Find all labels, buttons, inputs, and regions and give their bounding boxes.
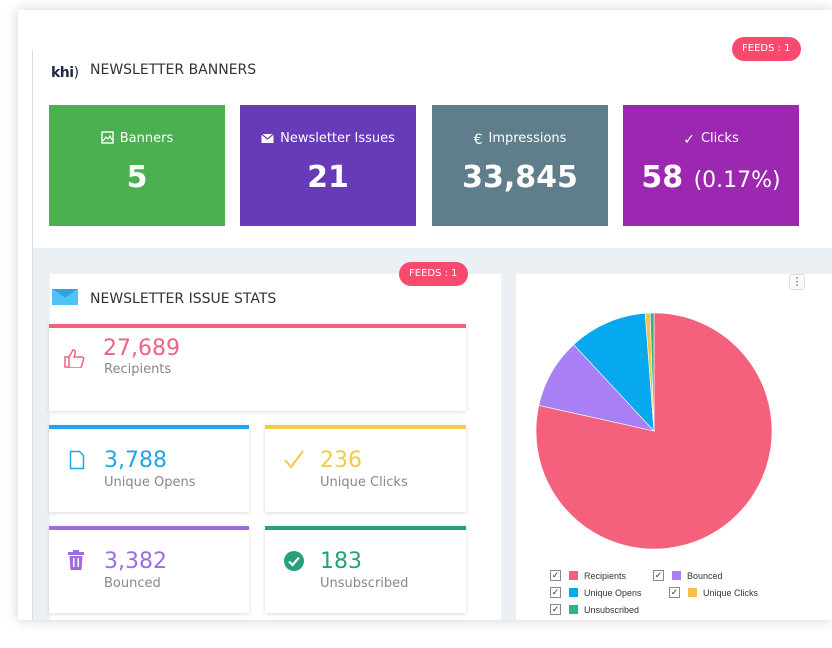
legend-label: Unique Clicks bbox=[703, 587, 759, 598]
stat-label: Newsletter Issues bbox=[280, 131, 395, 146]
legend-checkbox[interactable]: ✓ bbox=[653, 570, 664, 581]
image-icon bbox=[101, 131, 114, 148]
legend-label: Unique Opens bbox=[584, 587, 642, 598]
legend-item-unique-clicks[interactable]: ✓ Unique Clicks bbox=[669, 587, 758, 598]
stat-card-banners[interactable]: Banners 5 bbox=[49, 105, 225, 226]
feeds-badge[interactable]: FEEDS : 1 bbox=[732, 37, 801, 61]
legend-checkbox[interactable]: ✓ bbox=[550, 570, 561, 581]
kpi-card-bounced[interactable]: 3,382 Bounced bbox=[49, 526, 249, 613]
trash-icon bbox=[68, 550, 84, 575]
stat-value: 58 (0.17%) bbox=[623, 160, 799, 195]
chart-menu-button[interactable]: ⋮ bbox=[789, 274, 805, 290]
legend-swatch bbox=[569, 571, 578, 580]
check-icon: ✓ bbox=[683, 132, 695, 148]
stat-value: 5 bbox=[126, 160, 148, 195]
legend-swatch bbox=[569, 605, 578, 614]
legend-label: Recipients bbox=[584, 570, 627, 581]
stat-label: Banners bbox=[119, 131, 174, 146]
legend-checkbox[interactable]: ✓ bbox=[550, 604, 561, 615]
stat-card-newsletter-issues[interactable]: Newsletter Issues 21 bbox=[240, 105, 416, 226]
kpi-label: Unique Clicks bbox=[320, 475, 408, 490]
clicks-percent: (0.17%) bbox=[693, 168, 781, 193]
kpi-card-recipients[interactable]: 27,689 Recipients bbox=[49, 324, 466, 411]
legend-label: Bounced bbox=[687, 570, 723, 581]
pie-chart bbox=[535, 312, 773, 550]
legend-label: Unsubscribed bbox=[584, 604, 640, 615]
kpi-card-unique-opens[interactable]: 3,788 Unique Opens bbox=[49, 425, 249, 512]
document-icon bbox=[69, 450, 85, 475]
kpi-value: 27,689 bbox=[103, 336, 180, 361]
page-title: NEWSLETTER BANNERS bbox=[90, 62, 257, 78]
kpi-label: Recipients bbox=[104, 362, 172, 377]
kpi-card-unique-clicks[interactable]: 236 Unique Clicks bbox=[265, 425, 466, 512]
kpi-value: 183 bbox=[320, 549, 362, 574]
feeds-badge[interactable]: FEEDS : 1 bbox=[399, 262, 468, 286]
section-title: NEWSLETTER ISSUE STATS bbox=[90, 291, 277, 307]
mail-icon bbox=[52, 289, 78, 310]
stat-card-impressions[interactable]: € Impressions 33,845 bbox=[432, 105, 608, 226]
kpi-value: 3,382 bbox=[104, 549, 167, 574]
legend-item-recipients[interactable]: ✓ Recipients bbox=[550, 570, 626, 581]
stat-value: 33,845 bbox=[462, 160, 578, 195]
stat-label: Impressions bbox=[488, 131, 567, 146]
legend-item-unsubscribed[interactable]: ✓ Unsubscribed bbox=[550, 604, 639, 615]
legend-swatch bbox=[672, 571, 681, 580]
check-circle-icon bbox=[283, 550, 305, 577]
logo-text: khi bbox=[51, 65, 74, 81]
envelope-icon bbox=[261, 133, 274, 148]
legend-item-bounced[interactable]: ✓ Bounced bbox=[653, 570, 723, 581]
kpi-label: Bounced bbox=[104, 576, 161, 591]
legend-swatch bbox=[569, 588, 578, 597]
khi-logo: khi) bbox=[51, 65, 79, 81]
chart-legend: ✓ Recipients ✓ Bounced ✓ Unique Opens ✓ Uniq… bbox=[550, 570, 800, 620]
kpi-value: 3,788 bbox=[104, 448, 167, 473]
dashboard-frame: FEEDS : 1 khi) NEWSLETTER BANNERS Banner… bbox=[18, 10, 832, 620]
legend-checkbox[interactable]: ✓ bbox=[550, 587, 561, 598]
kpi-value: 236 bbox=[320, 448, 362, 473]
clicks-count: 58 bbox=[641, 160, 684, 195]
thumbs-up-icon bbox=[63, 348, 85, 373]
kpi-label: Unsubscribed bbox=[320, 576, 409, 591]
legend-swatch bbox=[688, 588, 697, 597]
kpi-card-unsubscribed[interactable]: 183 Unsubscribed bbox=[265, 526, 466, 613]
stat-card-clicks[interactable]: ✓ Clicks 58 (0.17%) bbox=[623, 105, 799, 226]
divider bbox=[32, 50, 33, 620]
legend-item-unique-opens[interactable]: ✓ Unique Opens bbox=[550, 587, 642, 598]
euro-icon: € bbox=[473, 132, 483, 148]
stat-label: Clicks bbox=[700, 131, 739, 146]
kpi-label: Unique Opens bbox=[104, 475, 196, 490]
stat-value: 21 bbox=[307, 160, 349, 195]
checkmark-icon bbox=[283, 448, 305, 475]
legend-checkbox[interactable]: ✓ bbox=[669, 587, 680, 598]
